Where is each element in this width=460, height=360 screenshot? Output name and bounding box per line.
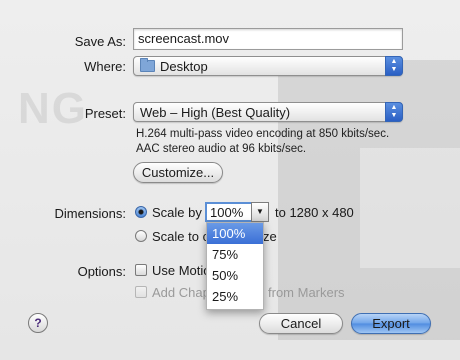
scale-menu: 100% 75% 50% 25% — [206, 222, 264, 310]
export-sheet: NG Save As: screencast.mov Where: Deskto… — [0, 0, 460, 360]
scale-menu-item[interactable]: 50% — [207, 265, 263, 286]
export-button[interactable]: Export — [351, 313, 431, 334]
scale-to-label-start: Scale to c — [152, 229, 210, 244]
options-label: Options: — [77, 264, 126, 279]
scale-to-label-end: ze — [263, 229, 277, 244]
scale-menu-item[interactable]: 75% — [207, 244, 263, 265]
use-motion-label: Use Motio — [152, 263, 211, 278]
add-chapters-checkbox[interactable] — [135, 286, 147, 298]
chevron-updown-icon: ▲ ▼ — [385, 102, 403, 122]
dimensions-to-text: to 1280 x 480 — [275, 205, 354, 220]
scale-to-radio[interactable] — [135, 230, 147, 242]
dimensions-label: Dimensions: — [54, 206, 126, 221]
preset-label: Preset: — [84, 106, 126, 121]
add-chapters-label-start: Add Chap — [152, 285, 210, 300]
folder-icon — [140, 58, 155, 72]
help-button[interactable]: ? — [28, 313, 48, 333]
background-screenshot-panel — [360, 148, 460, 268]
where-value: Desktop — [160, 59, 208, 74]
scale-combo-value: 100% — [210, 205, 244, 220]
scale-menu-item[interactable]: 100% — [207, 223, 263, 244]
use-motion-checkbox[interactable] — [135, 264, 147, 276]
add-chapters-label-end: from Markers — [268, 285, 345, 300]
preset-info-line1: H.264 multi-pass video encoding at 850 k… — [136, 128, 390, 140]
chevron-updown-icon: ▲ ▼ — [385, 56, 403, 76]
preset-value: Web – High (Best Quality) — [140, 105, 291, 120]
save-as-value: screencast.mov — [138, 31, 230, 46]
save-as-label: Save As: — [74, 34, 126, 49]
scale-by-radio[interactable] — [135, 206, 147, 218]
cancel-button[interactable]: Cancel — [259, 313, 343, 334]
save-as-field[interactable]: screencast.mov — [133, 28, 403, 50]
scale-combo[interactable]: 100% ▼ — [205, 202, 269, 222]
preset-info-line2: AAC stereo audio at 96 kbits/sec. — [136, 143, 307, 155]
chevron-down-icon[interactable]: ▼ — [251, 202, 269, 222]
preset-popup[interactable]: Web – High (Best Quality) ▲ ▼ — [133, 102, 403, 122]
customize-button[interactable]: Customize... — [133, 162, 223, 183]
where-popup[interactable]: Desktop ▲ ▼ — [133, 56, 403, 76]
scale-menu-item[interactable]: 25% — [207, 286, 263, 307]
scale-by-label: Scale by — [152, 205, 202, 220]
where-label: Where: — [84, 59, 126, 74]
